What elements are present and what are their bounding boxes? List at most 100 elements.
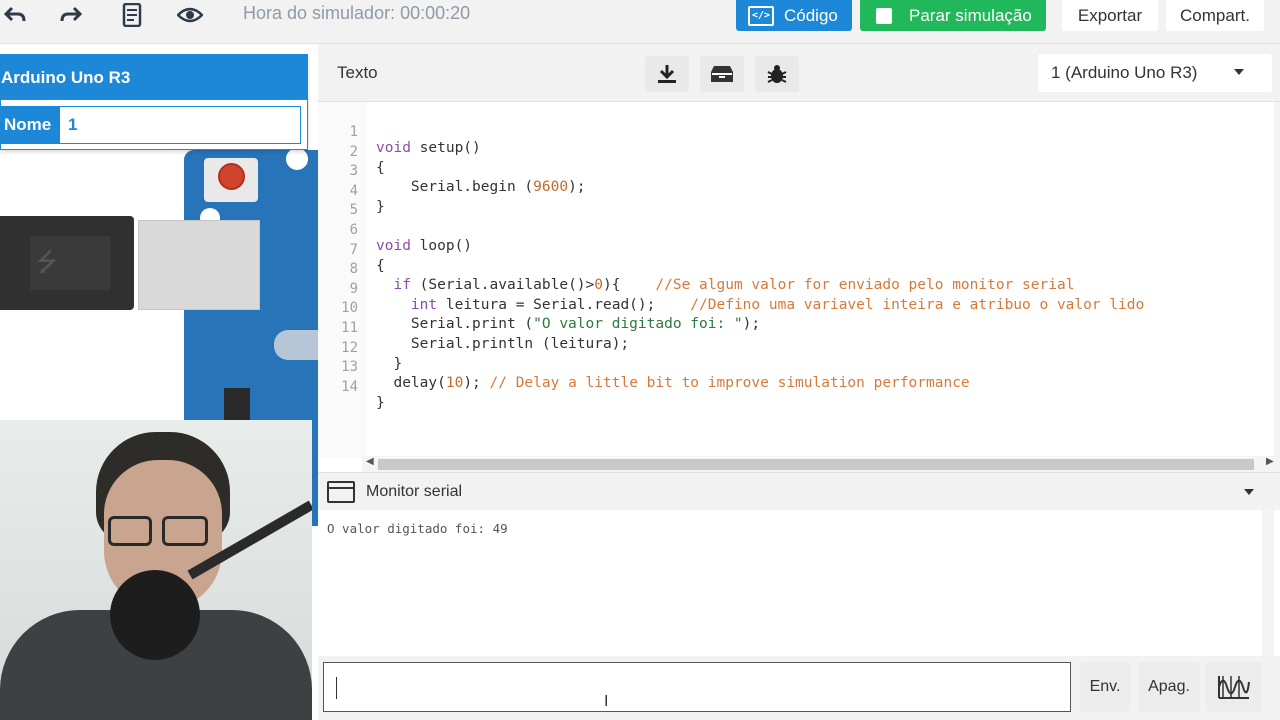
- text-caret: [336, 677, 337, 699]
- code-text: loop(): [410, 238, 473, 254]
- simulator-time: Hora do simulador: 00:00:20: [243, 3, 471, 23]
- chevron-down-icon[interactable]: [1244, 489, 1254, 495]
- code-text: setup(): [410, 140, 481, 156]
- serial-monitor-title: Monitor serial: [366, 483, 463, 500]
- chevron-down-icon: [1234, 69, 1244, 75]
- undo-icon[interactable]: [0, 2, 30, 28]
- usb-cable: ⭍: [0, 216, 134, 310]
- device-select[interactable]: 1 (Arduino Uno R3): [1038, 54, 1272, 92]
- code-line: 2 {: [318, 128, 385, 176]
- code-editor-header: Texto 1 (Arduino Uno R3): [318, 44, 1280, 102]
- bug-icon[interactable]: [755, 56, 799, 92]
- code-text: );: [568, 179, 586, 196]
- editor-horizontal-scrollbar[interactable]: ◀ ▶: [362, 456, 1280, 472]
- text-cursor-icon: I: [604, 693, 609, 710]
- voltage-regulator: [224, 388, 250, 424]
- eye-icon[interactable]: [175, 2, 205, 28]
- code-icon: </>: [748, 5, 774, 26]
- code-text: delay(: [376, 375, 446, 392]
- code-text: {: [376, 257, 385, 274]
- code-text: Serial.println (leitura);: [376, 336, 630, 352]
- glasses: [162, 516, 208, 546]
- code-line: 6 void loop(): [318, 206, 472, 254]
- code-comment: //Defino uma variavel inteira e atribuo …: [690, 296, 1145, 313]
- serial-monitor-icon: [327, 481, 355, 503]
- scroll-right-icon[interactable]: ▶: [1266, 456, 1274, 467]
- share-button[interactable]: Compart.: [1166, 0, 1264, 31]
- code-line: 5: [318, 186, 358, 218]
- microphone: [110, 570, 200, 660]
- keyword: int: [410, 296, 438, 313]
- code-editor[interactable]: 1 void setup() 2 { 3 Serial.begin (9600)…: [318, 102, 1274, 458]
- webcam-overlay: [0, 420, 312, 720]
- mounting-hole: [286, 148, 308, 170]
- component-name-row: Nome 1: [1, 106, 301, 144]
- code-line: 12 }: [318, 324, 402, 372]
- name-label: Nome: [2, 107, 60, 143]
- glasses: [108, 516, 152, 546]
- serial-monitor-header[interactable]: Monitor serial: [318, 472, 1280, 510]
- string-literal: "O valor digitado foi: ": [533, 316, 743, 333]
- reset-button[interactable]: [218, 163, 245, 190]
- number-literal: 0: [594, 277, 603, 294]
- code-line: 13 delay(10); // Delay a little bit to i…: [318, 343, 970, 391]
- serial-output-scrollbar[interactable]: [1262, 510, 1274, 656]
- download-icon[interactable]: [645, 56, 689, 92]
- code-comment: // Delay a little bit to improve simulat…: [489, 375, 970, 392]
- code-line: 14 }: [318, 363, 385, 411]
- code-text: }: [376, 198, 385, 215]
- number-literal: 10: [445, 375, 464, 392]
- keyword: if: [393, 277, 411, 294]
- code-line: 3 Serial.begin (9600);: [318, 147, 586, 195]
- top-toolbar: Hora do simulador: 00:00:20 </> Código P…: [0, 0, 1280, 44]
- code-button-label: Código: [784, 5, 838, 25]
- code-text: }: [376, 394, 385, 411]
- code-line: 1 void setup(): [318, 108, 481, 156]
- send-button[interactable]: Env.: [1080, 662, 1130, 712]
- line-number: 14: [341, 378, 358, 395]
- keyword: void: [376, 238, 411, 254]
- code-text: Serial.begin (: [376, 179, 534, 196]
- stop-icon: [876, 7, 892, 24]
- stop-simulation-button[interactable]: Parar simulação: [860, 0, 1046, 31]
- code-line: 9 int leitura = Serial.read(); //Defino …: [318, 265, 1145, 313]
- serial-input-field[interactable]: I: [323, 662, 1071, 712]
- usb-icon: ⭍: [36, 247, 58, 277]
- component-title: Arduino Uno R3: [1, 55, 307, 100]
- number-literal: 9600: [533, 179, 569, 196]
- device-select-value: 1 (Arduino Uno R3): [1051, 63, 1198, 82]
- code-text: (Serial.available()>: [410, 277, 595, 294]
- scrollbar-thumb[interactable]: [378, 459, 1254, 470]
- code-text: Serial.print (: [376, 316, 534, 333]
- usb-port: [138, 220, 260, 310]
- code-line: 8 if (Serial.available()>0){ //Se algum …: [318, 245, 1075, 293]
- code-text: leitura = Serial.read();: [437, 296, 691, 313]
- code-text: );: [463, 375, 490, 392]
- editor-mode-label[interactable]: Texto: [337, 63, 378, 83]
- crystal: [274, 330, 318, 360]
- code-line: 10 Serial.print ("O valor digitado foi: …: [318, 284, 760, 332]
- scroll-left-icon[interactable]: ◀: [366, 456, 374, 467]
- editor-vertical-scrollbar[interactable]: [1274, 102, 1280, 458]
- serial-output: O valor digitado foi: 49: [318, 510, 1262, 656]
- code-text: }: [376, 355, 403, 372]
- clear-button[interactable]: Apag.: [1138, 662, 1200, 712]
- export-button[interactable]: Exportar: [1062, 0, 1158, 31]
- code-comment: //Se algum valor for enviado pelo monito…: [655, 277, 1075, 294]
- code-text: ){: [603, 277, 656, 294]
- stop-simulation-label: Parar simulação: [909, 5, 1032, 25]
- code-line: 11 Serial.println (leitura);: [318, 304, 629, 352]
- name-input[interactable]: 1: [60, 107, 300, 143]
- notes-icon[interactable]: [117, 2, 147, 28]
- code-line: 7 {: [318, 226, 385, 274]
- code-text: {: [376, 159, 385, 176]
- waveform-icon[interactable]: [1206, 662, 1262, 712]
- code-text: );: [742, 316, 761, 333]
- serial-input-bar: I Env. Apag.: [318, 656, 1280, 720]
- redo-icon[interactable]: [56, 2, 86, 28]
- keyword: void: [376, 140, 411, 156]
- library-icon[interactable]: [700, 56, 744, 92]
- code-button[interactable]: </> Código: [736, 0, 852, 31]
